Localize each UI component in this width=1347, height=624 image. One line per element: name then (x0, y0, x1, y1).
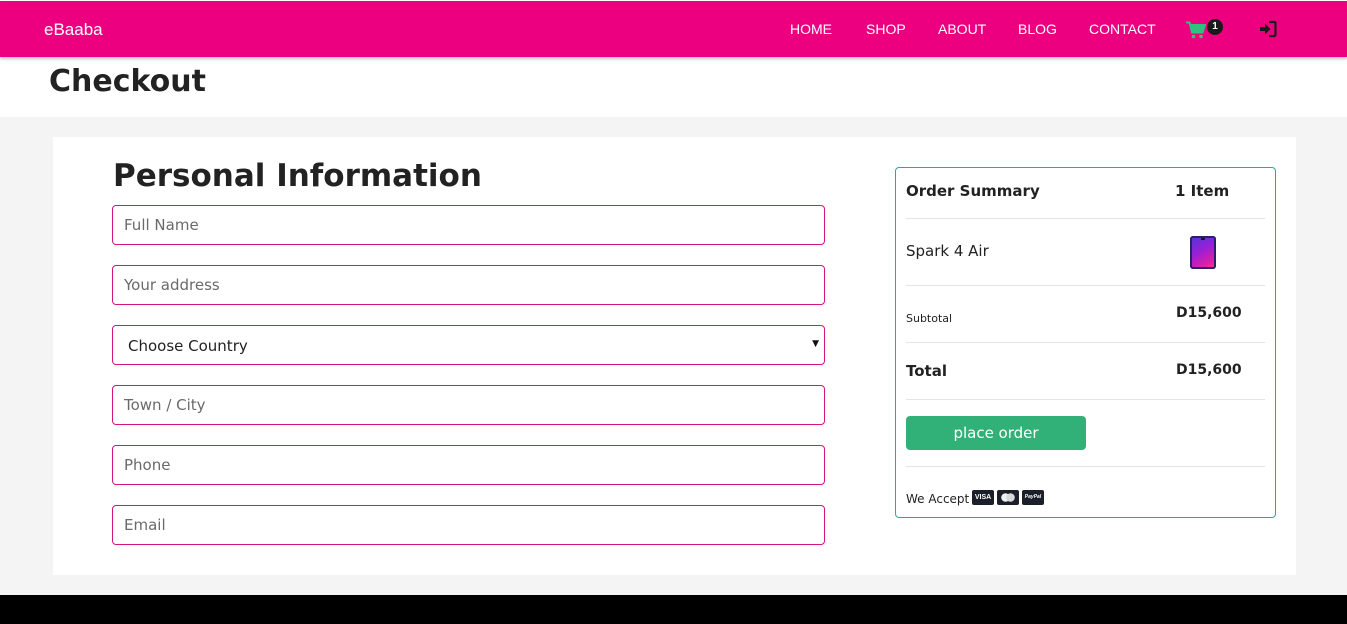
nav-shop[interactable]: SHOP (866, 21, 906, 37)
visa-icon: VISA (972, 490, 994, 505)
country-select-value: Choose Country (128, 337, 248, 355)
subtotal-label: Subtotal (906, 312, 953, 325)
address-input[interactable] (112, 265, 825, 305)
caret-down-icon: ▼ (812, 339, 819, 349)
item-count: 1 Item (1175, 182, 1230, 200)
full-name-input[interactable] (112, 205, 825, 245)
product-thumbnail[interactable] (1190, 236, 1216, 269)
nav-contact[interactable]: CONTACT (1089, 21, 1156, 37)
top-navbar: eBaaba HOME SHOP ABOUT BLOG CONTACT 1 (0, 1, 1347, 57)
country-select[interactable]: Choose Country ▼ (112, 325, 825, 365)
footer-bar (0, 595, 1347, 624)
total-value: D15,600 (1176, 362, 1242, 378)
cart-button[interactable]: 1 (1186, 18, 1226, 42)
order-summary-title: Order Summary (906, 182, 1040, 200)
brand-logo[interactable]: eBaaba (44, 20, 103, 40)
mastercard-icon (997, 490, 1019, 505)
product-name[interactable]: Spark 4 Air (906, 242, 989, 260)
subtotal-value: D15,600 (1176, 305, 1242, 321)
paypal-icon: PayPal (1022, 490, 1044, 505)
order-summary-panel: Order Summary 1 Item Spark 4 Air Subtota… (895, 167, 1276, 518)
place-order-button[interactable]: place order (906, 416, 1086, 450)
subtotal-row: Subtotal D15,600 (906, 286, 1265, 343)
total-row: Total D15,600 (906, 343, 1265, 400)
sign-in-icon[interactable] (1259, 20, 1277, 38)
nav-home[interactable]: HOME (790, 21, 832, 37)
nav-blog[interactable]: BLOG (1018, 21, 1057, 37)
shopping-cart-icon (1186, 21, 1206, 39)
town-city-input[interactable] (112, 385, 825, 425)
product-row: Spark 4 Air (906, 219, 1265, 286)
total-label: Total (906, 362, 947, 380)
nav-about[interactable]: ABOUT (938, 21, 986, 37)
email-input[interactable] (112, 505, 825, 545)
summary-header-row: Order Summary 1 Item (906, 168, 1265, 219)
we-accept-label: We Accept : (906, 492, 978, 506)
page-title: Checkout (49, 64, 206, 99)
personal-information-heading: Personal Information (113, 158, 482, 194)
phone-input[interactable] (112, 445, 825, 485)
cart-count-badge: 1 (1207, 19, 1223, 35)
